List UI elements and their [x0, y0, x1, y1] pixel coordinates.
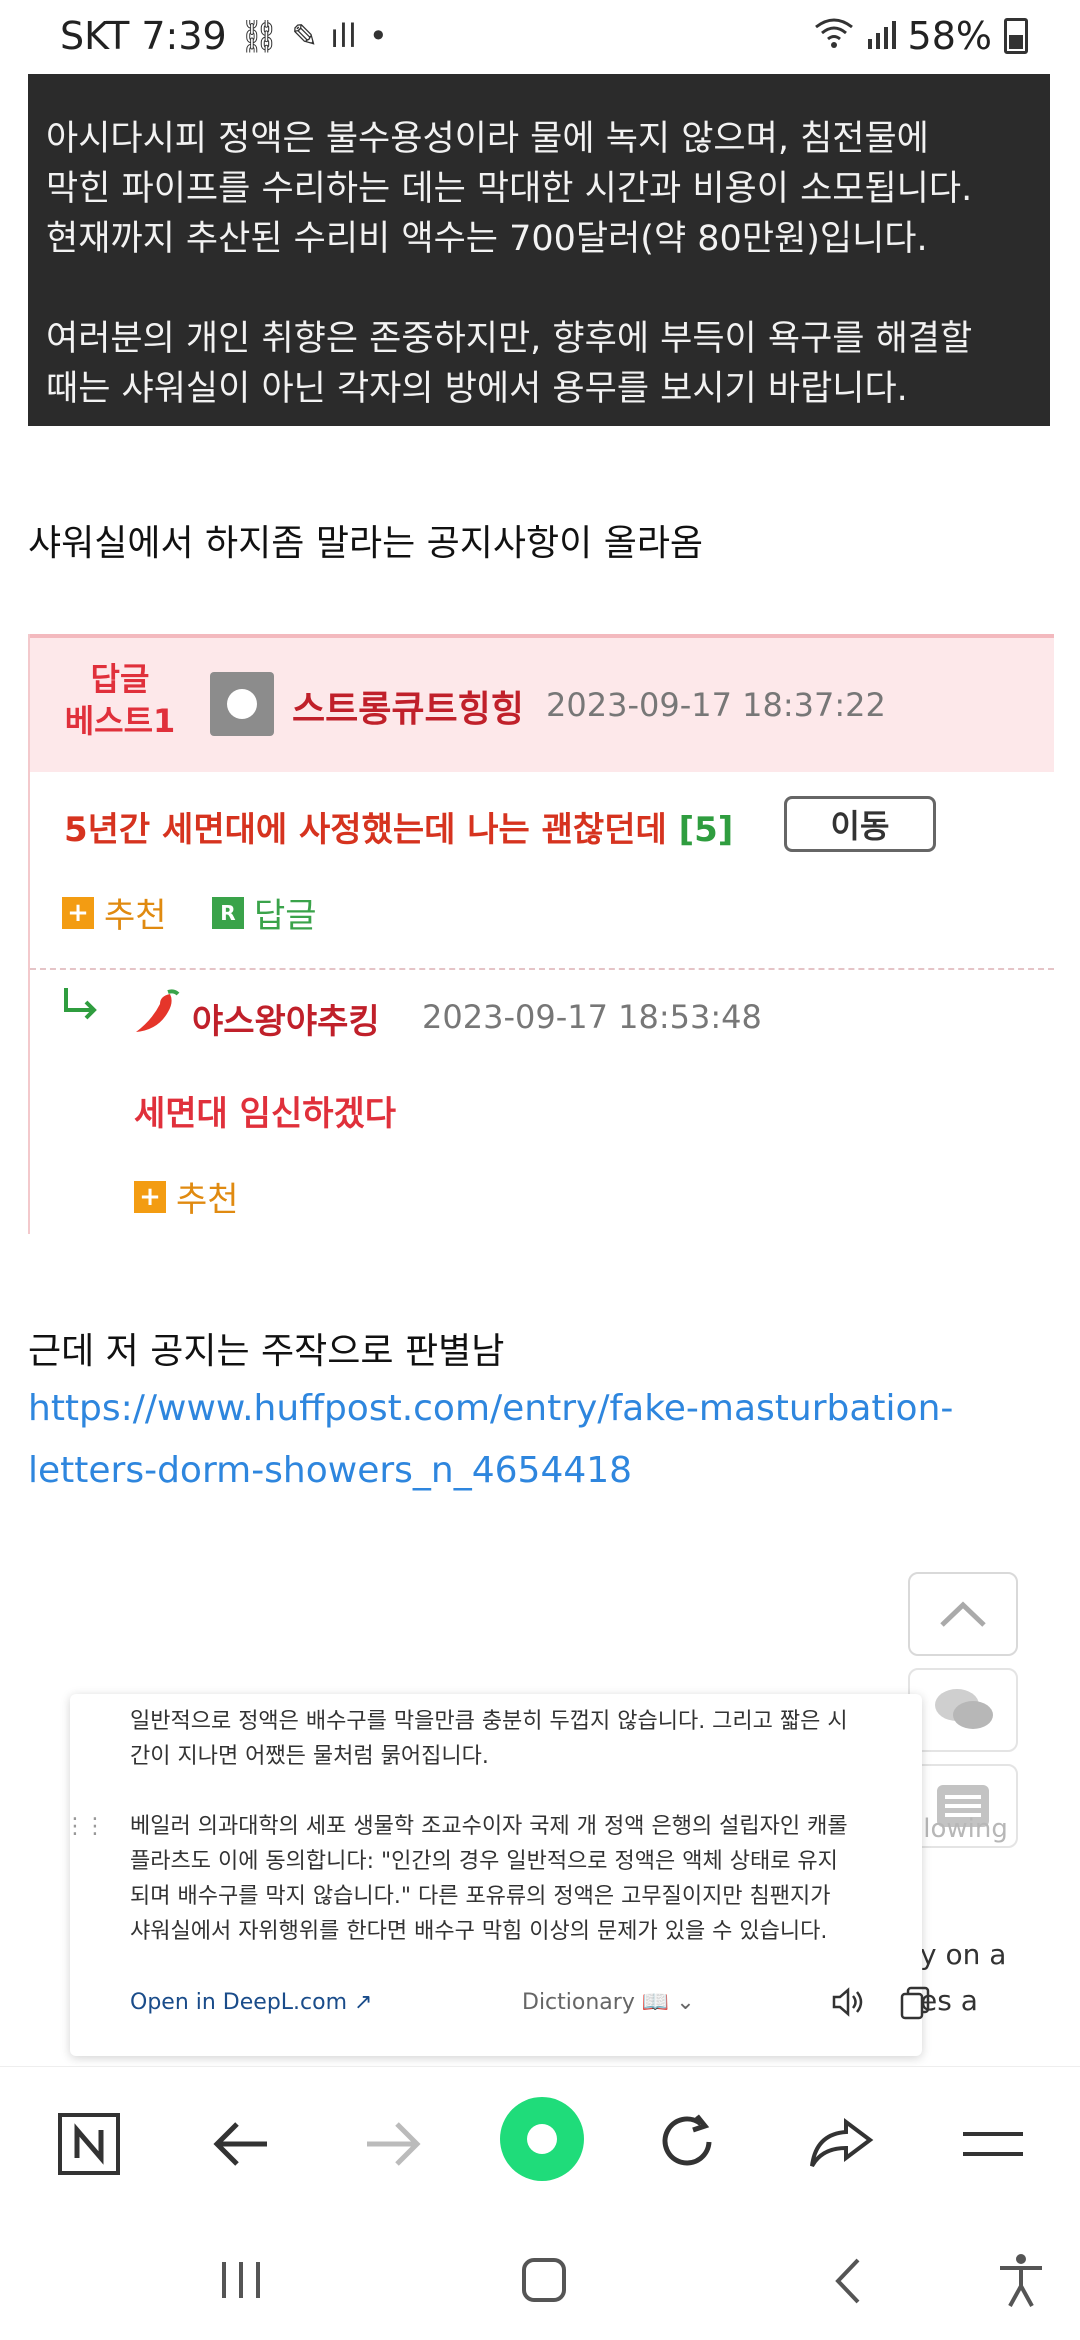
best-reply-label: 답글 베스트1 — [64, 660, 176, 740]
avatar — [210, 672, 274, 736]
reply-arrow-icon — [64, 988, 97, 1020]
reply-author: 야스왕야추킹 — [192, 1002, 380, 1042]
status-bar: SKT 7:39 ⛓ ✎ ıll • 58% — [0, 0, 1080, 74]
arrow-left-icon — [213, 2122, 267, 2166]
external-link-icon: ↗ — [354, 1990, 373, 2015]
speaker-icon[interactable] — [830, 1984, 866, 2020]
arrow-right-icon — [367, 2122, 421, 2166]
recommend-button[interactable]: + 추천 — [62, 888, 167, 937]
reply-button[interactable]: R 답글 — [212, 888, 317, 937]
pepper-icon — [136, 989, 180, 1032]
refresh-button[interactable] — [654, 2109, 724, 2179]
notice-paragraph-2: 여러분의 개인 취향은 존중하지만, 향후에 부득이 욕구를 해결할 때는 샤워… — [46, 319, 973, 409]
translation-text: 일반적으로 정액은 배수구를 막을만큼 충분히 두껍지 않습니다. 그리고 짧은… — [130, 1709, 848, 1944]
comment-header: 답글 베스트1 스트롱큐트힝힝 2023-09-17 18:37:22 — [30, 634, 1054, 772]
battery-percent: 58% — [907, 14, 992, 58]
forward-button[interactable] — [358, 2109, 428, 2179]
circle-dot-icon — [527, 2124, 557, 2154]
scroll-top-button[interactable] — [908, 1572, 1018, 1656]
link-icon: ⛓ — [238, 17, 280, 55]
n-logo-button[interactable] — [54, 2109, 124, 2179]
share-arrow-icon — [810, 2118, 874, 2168]
open-in-deepl-link[interactable]: Open in DeepL.com ↗ — [130, 1990, 372, 2015]
comment-title-link[interactable]: 5년간 세면대에 사정했는데 나는 괜찮던데 [5] — [64, 802, 733, 851]
cell-signal-icon — [866, 14, 896, 58]
notice-image: 아시다시피 정액은 불수용성이라 물에 녹지 않으며, 침전물에 막힌 파이프를… — [28, 74, 1050, 426]
reply-recommend-button[interactable]: + 추천 — [134, 1172, 239, 1221]
battery-icon — [1004, 18, 1028, 54]
reply-text: 세면대 임신하겠다 — [134, 1094, 397, 1134]
reply-count: [5] — [678, 810, 734, 850]
status-time: SKT 7:39 — [60, 14, 227, 58]
behind-text-1: y on a — [920, 1938, 1007, 1971]
app-notification-icon: ✎ — [291, 17, 319, 55]
plus-icon: + — [62, 896, 94, 929]
deepl-translation-popup: ⋮⋮ 일반적으로 정액은 배수구를 막을만큼 충분히 두껍지 않습니다. 그리고… — [64, 1694, 930, 2056]
browser-toolbar — [0, 2066, 1080, 2217]
chevron-up-icon — [940, 1601, 986, 1627]
reply-date: 2023-09-17 18:53:48 — [422, 998, 762, 1036]
copy-icon[interactable] — [898, 1984, 934, 2020]
behind-following-text: llowing — [916, 1814, 1008, 1844]
signal-notification-icon: ıll — [330, 17, 357, 55]
recent-apps-icon[interactable] — [216, 2258, 266, 2302]
book-icon: 📖 — [641, 1990, 670, 2015]
chat-bubbles-icon — [935, 1689, 993, 1729]
refresh-icon — [662, 2114, 712, 2166]
system-navigation-bar — [0, 2216, 1080, 2340]
divider — [30, 968, 1054, 970]
accessibility-icon[interactable] — [996, 2252, 1046, 2308]
green-home-button[interactable] — [500, 2097, 584, 2181]
wifi-icon — [814, 14, 854, 58]
back-button[interactable] — [206, 2109, 276, 2179]
post-caption-1: 샤워실에서 하지좀 말라는 공지사항이 올라옴 — [28, 523, 704, 564]
plus-icon: + — [134, 1180, 166, 1213]
comment-date: 2023-09-17 18:37:22 — [546, 686, 886, 724]
more-notifications-dot-icon: • — [368, 17, 388, 55]
hamburger-icon — [963, 2132, 1023, 2156]
notice-paragraph-1: 아시다시피 정액은 불수용성이라 물에 녹지 않으며, 침전물에 막힌 파이프를… — [46, 119, 973, 259]
comment-card: 답글 베스트1 스트롱큐트힝힝 2023-09-17 18:37:22 5년간 … — [28, 634, 1054, 1234]
source-link[interactable]: https://www.huffpost.com/entry/fake-mast… — [28, 1378, 953, 1502]
drag-handle-icon[interactable]: ⋮⋮ — [64, 1814, 106, 1839]
comments-button[interactable] — [908, 1668, 1018, 1752]
list-button[interactable]: llowing — [908, 1764, 1018, 1848]
naver-n-icon — [58, 2113, 120, 2175]
comment-author: 스트롱큐트힝힝 — [292, 689, 524, 730]
share-button[interactable] — [806, 2109, 876, 2179]
chevron-down-icon: ⌄ — [676, 1990, 695, 2015]
menu-button[interactable] — [958, 2109, 1028, 2179]
move-button[interactable]: 이동 — [784, 796, 936, 852]
system-back-icon[interactable] — [828, 2256, 868, 2306]
reply-r-icon: R — [212, 896, 244, 929]
home-icon[interactable] — [520, 2256, 568, 2304]
post-caption-2: 근데 저 공지는 주작으로 판별남 — [28, 1331, 505, 1372]
dictionary-button[interactable]: Dictionary 📖 ⌄ — [522, 1990, 695, 2015]
